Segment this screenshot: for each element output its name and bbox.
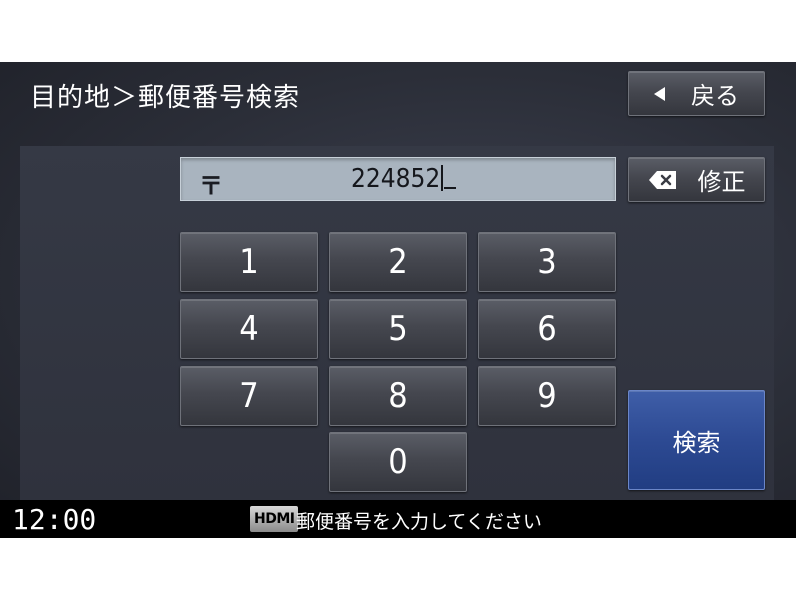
key-0[interactable]: 0 xyxy=(329,432,467,492)
page-title: 目的地＞郵便番号検索 xyxy=(30,83,301,113)
text-cursor xyxy=(441,165,444,191)
key-6[interactable]: 6 xyxy=(478,299,616,359)
navigation-screen: 目的地＞郵便番号検索 戻る 〒 224852 修正 1 2 3 4 5 6 7 … xyxy=(0,62,796,538)
hdmi-source-badge: HDMI xyxy=(250,506,299,532)
back-button[interactable]: 戻る xyxy=(628,71,765,116)
status-bar: 12:00 HDMI 郵便番号を入力してください xyxy=(0,500,796,538)
clock: 12:00 xyxy=(12,503,97,536)
key-4[interactable]: 4 xyxy=(180,299,318,359)
key-9[interactable]: 9 xyxy=(478,366,616,426)
backspace-icon xyxy=(648,170,676,189)
back-button-label: 戻る xyxy=(691,82,739,110)
key-8[interactable]: 8 xyxy=(329,366,467,426)
postal-mark-icon: 〒 xyxy=(199,172,223,200)
status-message: 郵便番号を入力してください xyxy=(296,511,542,533)
key-5[interactable]: 5 xyxy=(329,299,467,359)
postal-code-value: 224852 xyxy=(351,164,441,194)
search-button[interactable]: 検索 xyxy=(628,390,765,490)
back-arrow-icon xyxy=(654,86,665,101)
postal-code-input[interactable]: 〒 224852 xyxy=(180,157,616,201)
correct-button[interactable]: 修正 xyxy=(628,157,765,202)
correct-button-label: 修正 xyxy=(697,168,746,196)
key-2[interactable]: 2 xyxy=(329,232,467,292)
key-3[interactable]: 3 xyxy=(478,232,616,292)
key-7[interactable]: 7 xyxy=(180,366,318,426)
key-1[interactable]: 1 xyxy=(180,232,318,292)
